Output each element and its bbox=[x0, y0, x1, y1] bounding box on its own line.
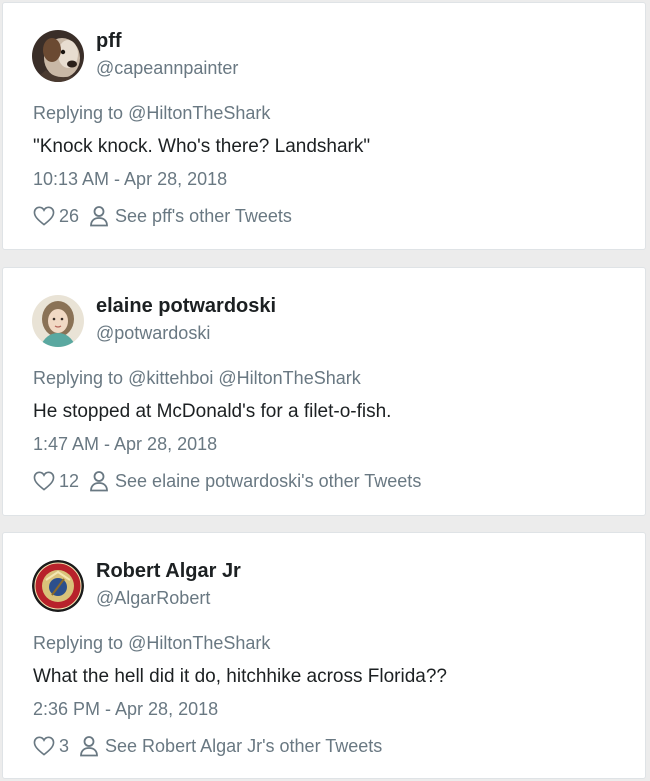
tweet-text: "Knock knock. Who's there? Landshark" bbox=[33, 136, 371, 157]
heart-icon[interactable] bbox=[33, 471, 55, 491]
see-other-tweets-link[interactable]: See elaine potwardoski's other Tweets bbox=[115, 471, 421, 492]
tweet-feed: pff @capeannpainter Replying to @HiltonT… bbox=[0, 0, 650, 781]
person-icon[interactable] bbox=[79, 735, 99, 757]
person-icon[interactable] bbox=[89, 470, 109, 492]
heart-icon[interactable] bbox=[33, 206, 55, 226]
like-count[interactable]: 26 bbox=[59, 206, 79, 227]
tweet-timestamp[interactable]: 2:36 PM - Apr 28, 2018 bbox=[33, 699, 218, 720]
mention-link[interactable]: @kittehboi @HiltonTheShark bbox=[128, 368, 361, 388]
author-handle[interactable]: @potwardoski bbox=[96, 323, 210, 344]
replying-prefix: Replying to bbox=[33, 633, 124, 653]
replying-to: Replying to @HiltonTheShark bbox=[33, 633, 270, 654]
tweet-timestamp[interactable]: 1:47 AM - Apr 28, 2018 bbox=[33, 434, 217, 455]
replying-prefix: Replying to bbox=[33, 103, 124, 123]
tweet-actions: 26 See pff's other Tweets bbox=[33, 205, 292, 227]
replying-to: Replying to @kittehboi @HiltonTheShark bbox=[33, 368, 361, 389]
author-handle[interactable]: @AlgarRobert bbox=[96, 588, 210, 609]
like-count[interactable]: 12 bbox=[59, 471, 79, 492]
heart-icon[interactable] bbox=[33, 736, 55, 756]
mention-link[interactable]: @HiltonTheShark bbox=[128, 103, 270, 123]
tweet-actions: 12 See elaine potwardoski's other Tweets bbox=[33, 470, 421, 492]
tweet-card: Robert Algar Jr @AlgarRobert Replying to… bbox=[2, 532, 646, 779]
tweet-timestamp[interactable]: 10:13 AM - Apr 28, 2018 bbox=[33, 169, 227, 190]
tweet-card: elaine potwardoski @potwardoski Replying… bbox=[2, 267, 646, 516]
replying-prefix: Replying to bbox=[33, 368, 124, 388]
author-name[interactable]: Robert Algar Jr bbox=[96, 560, 241, 583]
see-other-tweets-link[interactable]: See pff's other Tweets bbox=[115, 206, 292, 227]
author-name[interactable]: pff bbox=[96, 30, 122, 53]
author-name[interactable]: elaine potwardoski bbox=[96, 295, 276, 318]
tweet-text: He stopped at McDonald's for a filet-o-f… bbox=[33, 401, 392, 422]
tweet-text: What the hell did it do, hitchhike acros… bbox=[33, 666, 447, 687]
person-icon[interactable] bbox=[89, 205, 109, 227]
dog-avatar-icon[interactable] bbox=[32, 30, 84, 82]
mention-link[interactable]: @HiltonTheShark bbox=[128, 633, 270, 653]
see-other-tweets-link[interactable]: See Robert Algar Jr's other Tweets bbox=[105, 736, 382, 757]
author-handle[interactable]: @capeannpainter bbox=[96, 58, 238, 79]
replying-to: Replying to @HiltonTheShark bbox=[33, 103, 270, 124]
like-count[interactable]: 3 bbox=[59, 736, 69, 757]
tweet-card: pff @capeannpainter Replying to @HiltonT… bbox=[2, 2, 646, 250]
marine-corps-emblem-avatar-icon[interactable] bbox=[32, 560, 84, 612]
tweet-actions: 3 See Robert Algar Jr's other Tweets bbox=[33, 735, 382, 757]
woman-portrait-avatar-icon[interactable] bbox=[32, 295, 84, 347]
